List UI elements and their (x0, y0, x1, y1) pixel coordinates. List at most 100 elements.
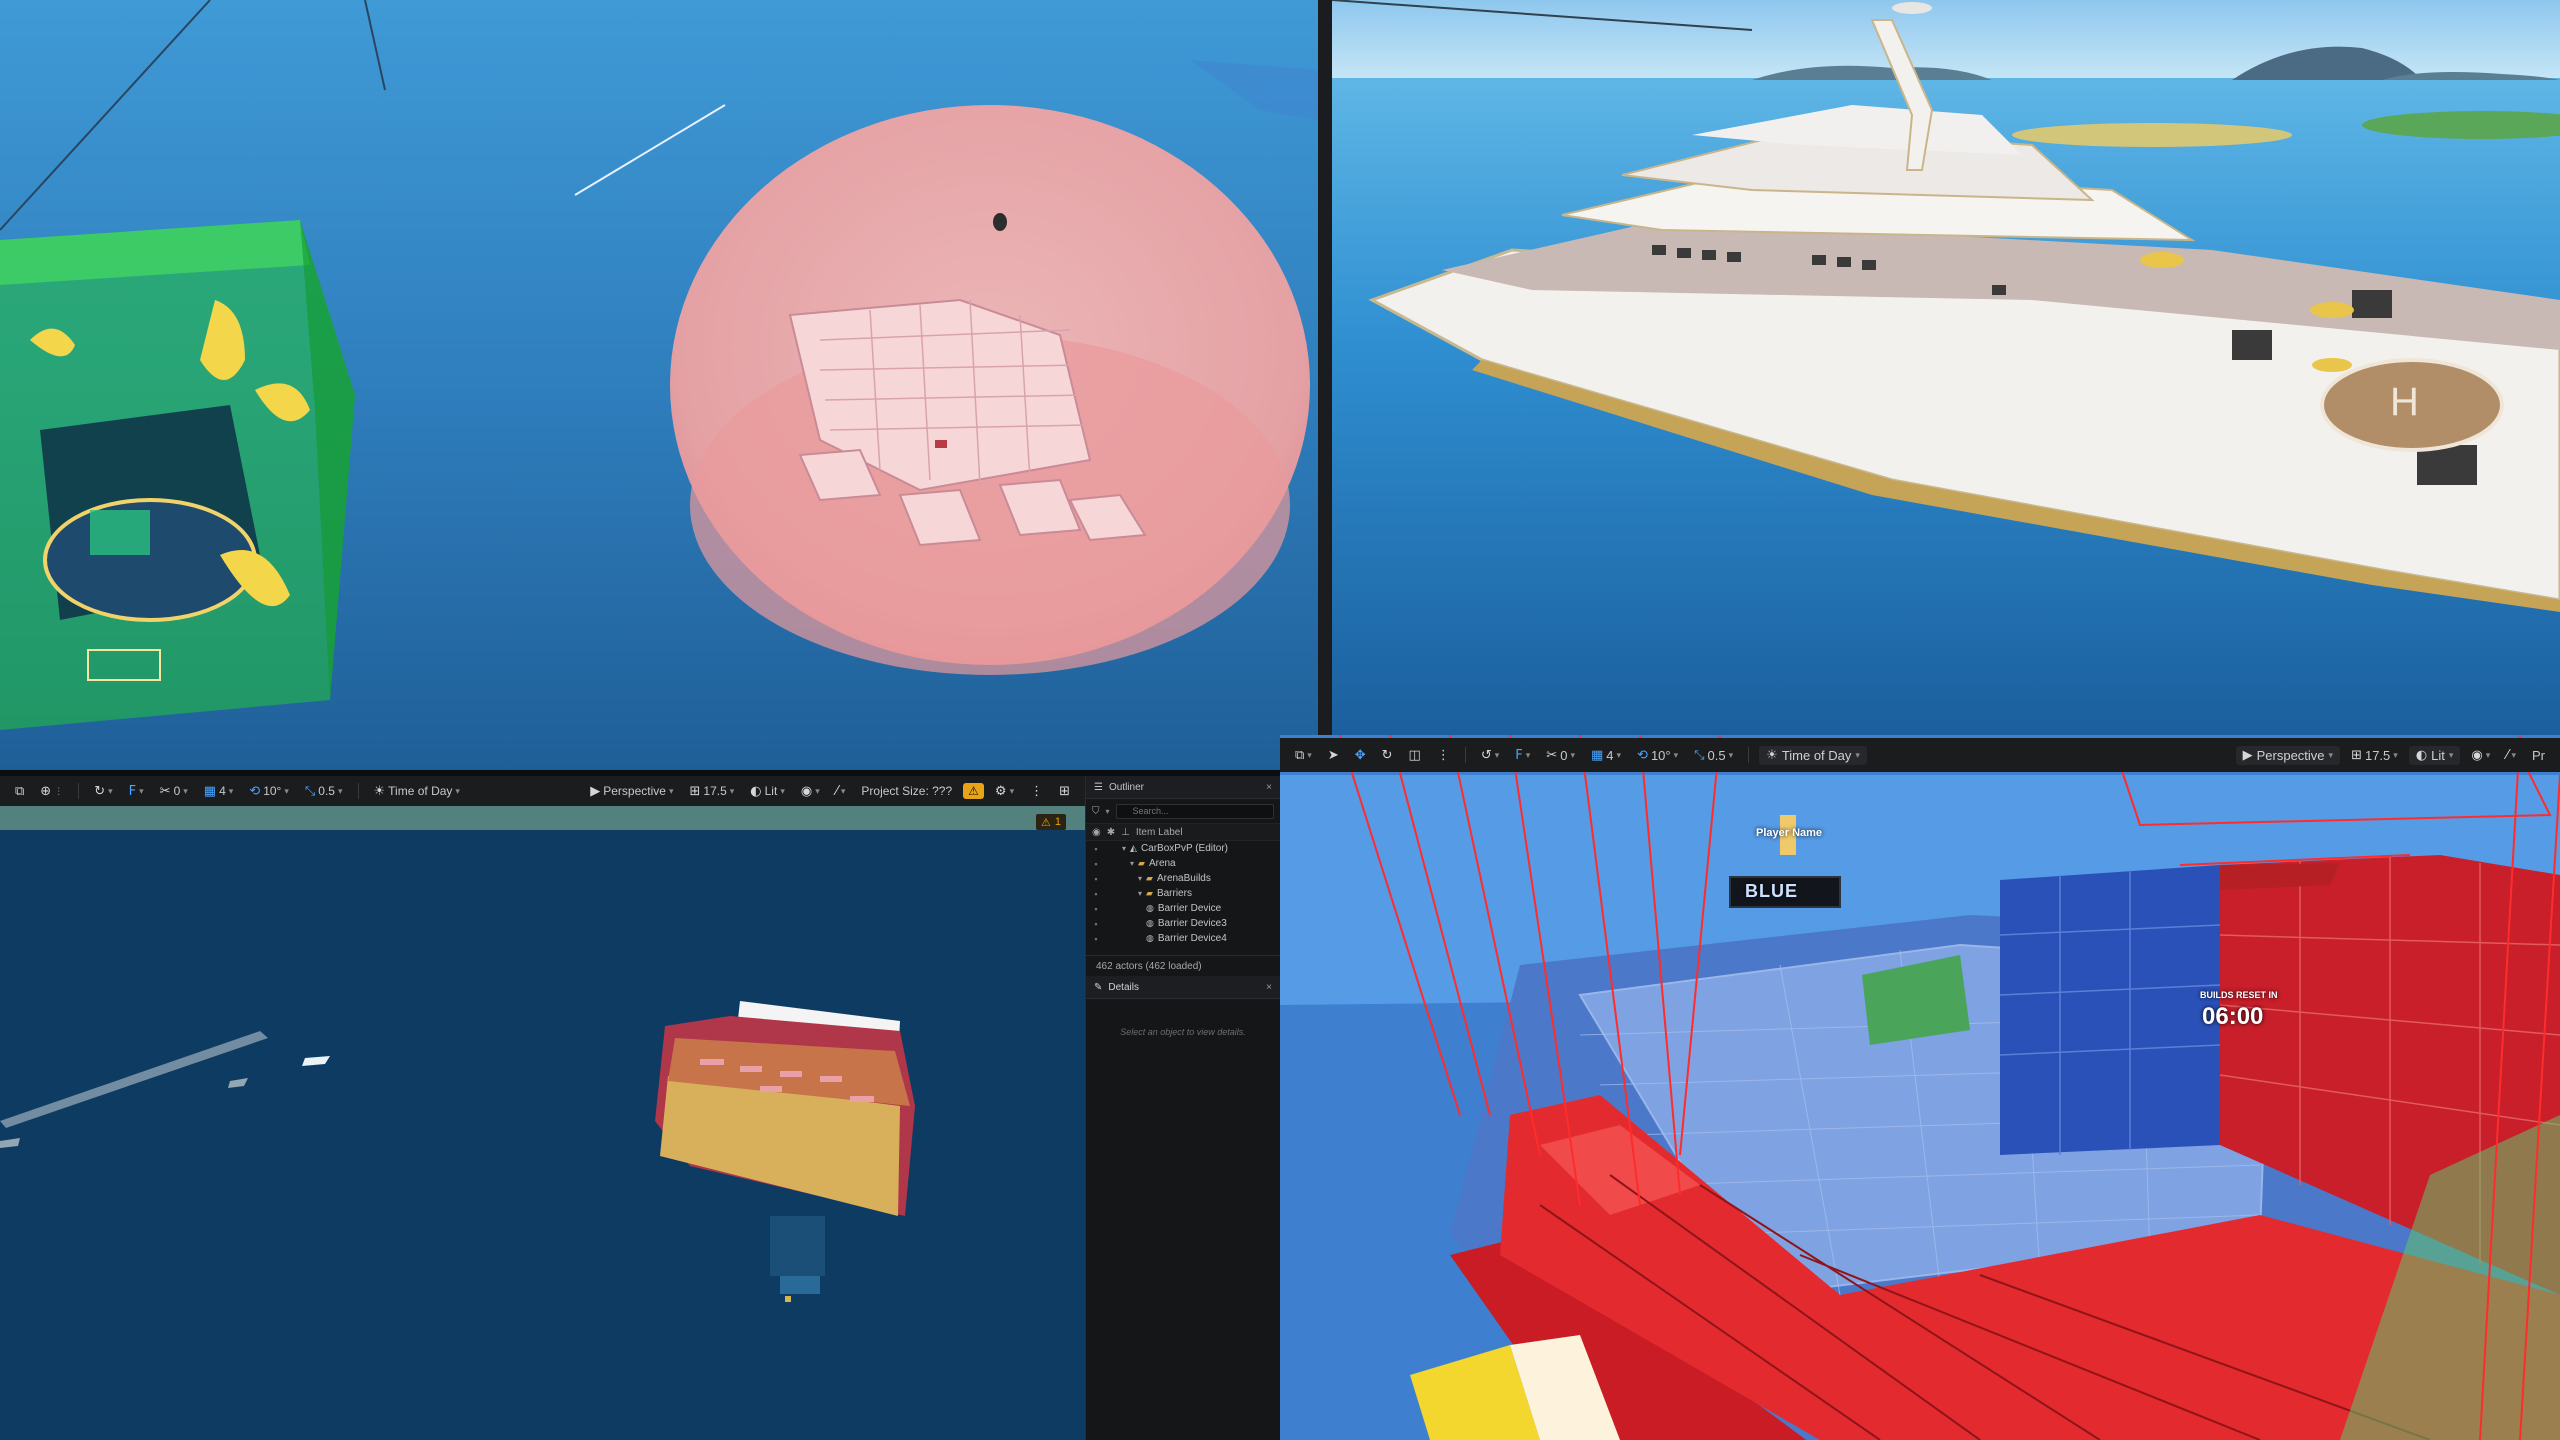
warning-icon[interactable]: ⚠ (963, 783, 984, 799)
outliner-search-input[interactable] (1115, 803, 1274, 819)
expand-chevron-icon[interactable]: ▾ (1130, 859, 1134, 868)
project-size-button[interactable]: Project Size: ??? (856, 782, 957, 800)
scale-value: 0.5 (318, 784, 335, 798)
overflow-label[interactable]: Pr (2527, 746, 2550, 765)
project-size-label: Project Size: ??? (861, 784, 953, 798)
outliner-row[interactable]: ▪ ◍ Barrier Device4 (1086, 931, 1280, 946)
outliner-tab[interactable]: ☰ Outliner × (1086, 776, 1280, 799)
rotation-snap-button[interactable]: ⟲ 10° ▾ (1632, 746, 1683, 765)
scale-button[interactable]: ◫ (1404, 746, 1426, 765)
outliner-row[interactable]: ▪ ▾ ◭ CarBoxPvP (Editor) (1086, 841, 1280, 856)
lit-button[interactable]: ◐ Lit ▾ (2408, 745, 2461, 765)
snap-toggle-button[interactable]: F ▾ (1510, 746, 1535, 765)
scale-snap-button[interactable]: ⤡ 0.5 ▾ (1689, 746, 1738, 765)
cursor-icon: ➤ (1327, 747, 1339, 763)
show-flags-button[interactable]: ◉ ▾ (796, 782, 825, 801)
time-of-day-button[interactable]: ☀ Time of Day ▾ (369, 782, 465, 801)
grid-snap-button[interactable]: ▦ 4 ▾ (1586, 746, 1626, 765)
snap-toggle-button[interactable]: F ▾ (124, 782, 149, 801)
perspective-button[interactable]: ▶ Perspective ▾ (2235, 745, 2341, 765)
visibility-toggle-icon[interactable]: ▪ (1086, 859, 1106, 869)
bottom-left-viewport-toolbar: ⧉ ⊕ ⋮ ↻ ▾ F ▾ ✂ 0 ▾ ▦ 4 ▾ ⟲ 10° ▾ ⤡ 0.5 ▾ ☀ Time of … (0, 776, 1085, 806)
level-icon: ◭ (1130, 843, 1137, 853)
settings-button[interactable]: ⚙ ▾ (990, 782, 1019, 801)
settings-dropdown-button[interactable]: ⁄ ▾ (2501, 746, 2521, 765)
visibility-toggle-icon[interactable]: ▪ (1086, 904, 1106, 914)
loop-icon: ↺ (1480, 747, 1492, 763)
globe-icon: ⊕ (40, 783, 52, 799)
outliner-row[interactable]: ▪ ◍ Barrier Device (1086, 901, 1280, 916)
outliner-icon: ☰ (1094, 781, 1103, 793)
move-button[interactable]: ✥ (1350, 746, 1371, 765)
angle-icon: ✂ (1546, 747, 1558, 763)
viewport-top-right[interactable]: H (1332, 0, 2560, 735)
time-of-day-button[interactable]: ☀ Time of Day ▾ (1759, 745, 1867, 765)
fov-value: 17.5 (2364, 747, 2391, 763)
folder-icon: ▰ (1146, 888, 1153, 898)
grid-value: 4 (1606, 747, 1614, 763)
select-button[interactable]: ➤ (1323, 746, 1344, 765)
fov-icon: ⊞ (689, 783, 701, 799)
outliner-row[interactable]: ▪ ▾ ▰ Barriers (1086, 886, 1280, 901)
outliner-status: 462 actors (462 loaded) (1086, 955, 1280, 976)
layout-icon: ⊞ (1059, 783, 1070, 799)
rotate-button[interactable]: ↻ (1377, 746, 1398, 765)
fov-button[interactable]: ⊞ 17.5 ▾ (684, 782, 739, 801)
transform-tool-button[interactable]: ⧉ ▾ (1290, 746, 1317, 765)
visibility-toggle-icon[interactable]: ▪ (1086, 919, 1106, 929)
visibility-toggle-icon[interactable]: ▪ (1086, 889, 1106, 899)
viewport-bottom-left[interactable] (0, 776, 1085, 1440)
layout-button[interactable]: ⊞ (1054, 782, 1075, 801)
details-tab[interactable]: ✎ Details × (1086, 976, 1280, 999)
outliner-row[interactable]: ▪ ▾ ▰ Arena (1086, 856, 1280, 871)
pencil-icon: ✎ (1094, 981, 1103, 993)
grid-value: 4 (219, 784, 226, 798)
scale-snap-button[interactable]: ⤡ 0.5 ▾ (300, 782, 348, 801)
bottom-right-viewport-toolbar: ⧉ ▾ ➤ ✥ ↻ ◫ ⋮ ↺ ▾ F ▾ ✂ 0 ▾ ▦ 4 ▾ ⟲ 10° ▾ ⤡ 0.5 ▾ ☀… (1280, 738, 2560, 772)
lit-icon: ◐ (750, 783, 762, 799)
surface-snap-button[interactable]: ↺ ▾ (1476, 746, 1504, 765)
gear-icon: ⚙ (994, 783, 1007, 799)
outliner-column-header[interactable]: ◉ ✱ ⊥ Item Label (1086, 824, 1280, 841)
vertical-divider-top[interactable] (1318, 0, 1332, 735)
angle-icon: ✂ (159, 783, 171, 799)
viewport-top-left[interactable] (0, 0, 1318, 770)
surface-snap-button[interactable]: ↻ ▾ (89, 782, 117, 801)
expand-chevron-icon[interactable]: ▾ (1138, 889, 1142, 898)
show-flags-button[interactable]: ◉ ▾ (2466, 746, 2495, 765)
close-icon[interactable]: × (1266, 982, 1272, 993)
scale-icon: ⤡ (304, 783, 316, 799)
angle-snap-button[interactable]: ✂ 0 ▾ (155, 782, 193, 801)
expand-chevron-icon[interactable]: ▾ (1138, 874, 1142, 883)
filter-icon[interactable]: ⛉ (1092, 806, 1100, 817)
more-button[interactable]: ⋮ (1432, 746, 1455, 765)
outliner-row-label: Barrier Device (1157, 903, 1222, 914)
lit-button[interactable]: ◐ Lit ▾ (745, 782, 790, 801)
angle-snap-button[interactable]: ✂ 0 ▾ (1541, 746, 1580, 765)
rotation-snap-button[interactable]: ⟲ 10° ▾ (244, 782, 294, 801)
viewport-options-button[interactable]: ⧉ (10, 782, 29, 801)
outliner-tree: ▪ ▾ ◭ CarBoxPvP (Editor) ▪ ▾ ▰ Arena ▪ ▾ ▰ ArenaBui… (1086, 841, 1280, 946)
scale-icon: ⤡ (1694, 747, 1705, 763)
outliner-row[interactable]: ▪ ◍ Barrier Device3 (1086, 916, 1280, 931)
transform-mode-button[interactable]: ⊕ ⋮ (35, 782, 68, 801)
grid-snap-button[interactable]: ▦ 4 ▾ (199, 782, 239, 801)
perspective-button[interactable]: ▶ Perspective ▾ (585, 782, 678, 801)
outliner-row[interactable]: ▪ ▾ ▰ ArenaBuilds (1086, 871, 1280, 886)
visibility-toggle-icon[interactable]: ▪ (1086, 844, 1106, 854)
chevron-down-icon[interactable]: ▾ (1106, 807, 1110, 816)
visibility-toggle-icon[interactable]: ▪ (1086, 934, 1106, 944)
outliner-title: Outliner (1108, 781, 1144, 793)
lit-label: Lit (764, 784, 778, 798)
expand-chevron-icon[interactable]: ▾ (1122, 844, 1126, 853)
item-label-column: Item Label (1135, 826, 1183, 838)
visibility-toggle-icon[interactable]: ▪ (1086, 874, 1106, 884)
close-icon[interactable]: × (1266, 782, 1272, 793)
viewport-bottom-right[interactable]: Player Name BLUE BUILDS RESET IN 06:00 (1280, 735, 2560, 1440)
more-options-button[interactable]: ⋮ (1025, 782, 1048, 801)
device-icon: ◍ (1146, 933, 1154, 943)
settings-dropdown-button[interactable]: ⁄ ▾ (831, 782, 851, 801)
actor-count: 462 actors (462 loaded) (1096, 960, 1202, 972)
warning-notice[interactable]: ⚠ 1 (1036, 814, 1066, 830)
fov-button[interactable]: ⊞ 17.5 ▾ (2346, 746, 2403, 765)
